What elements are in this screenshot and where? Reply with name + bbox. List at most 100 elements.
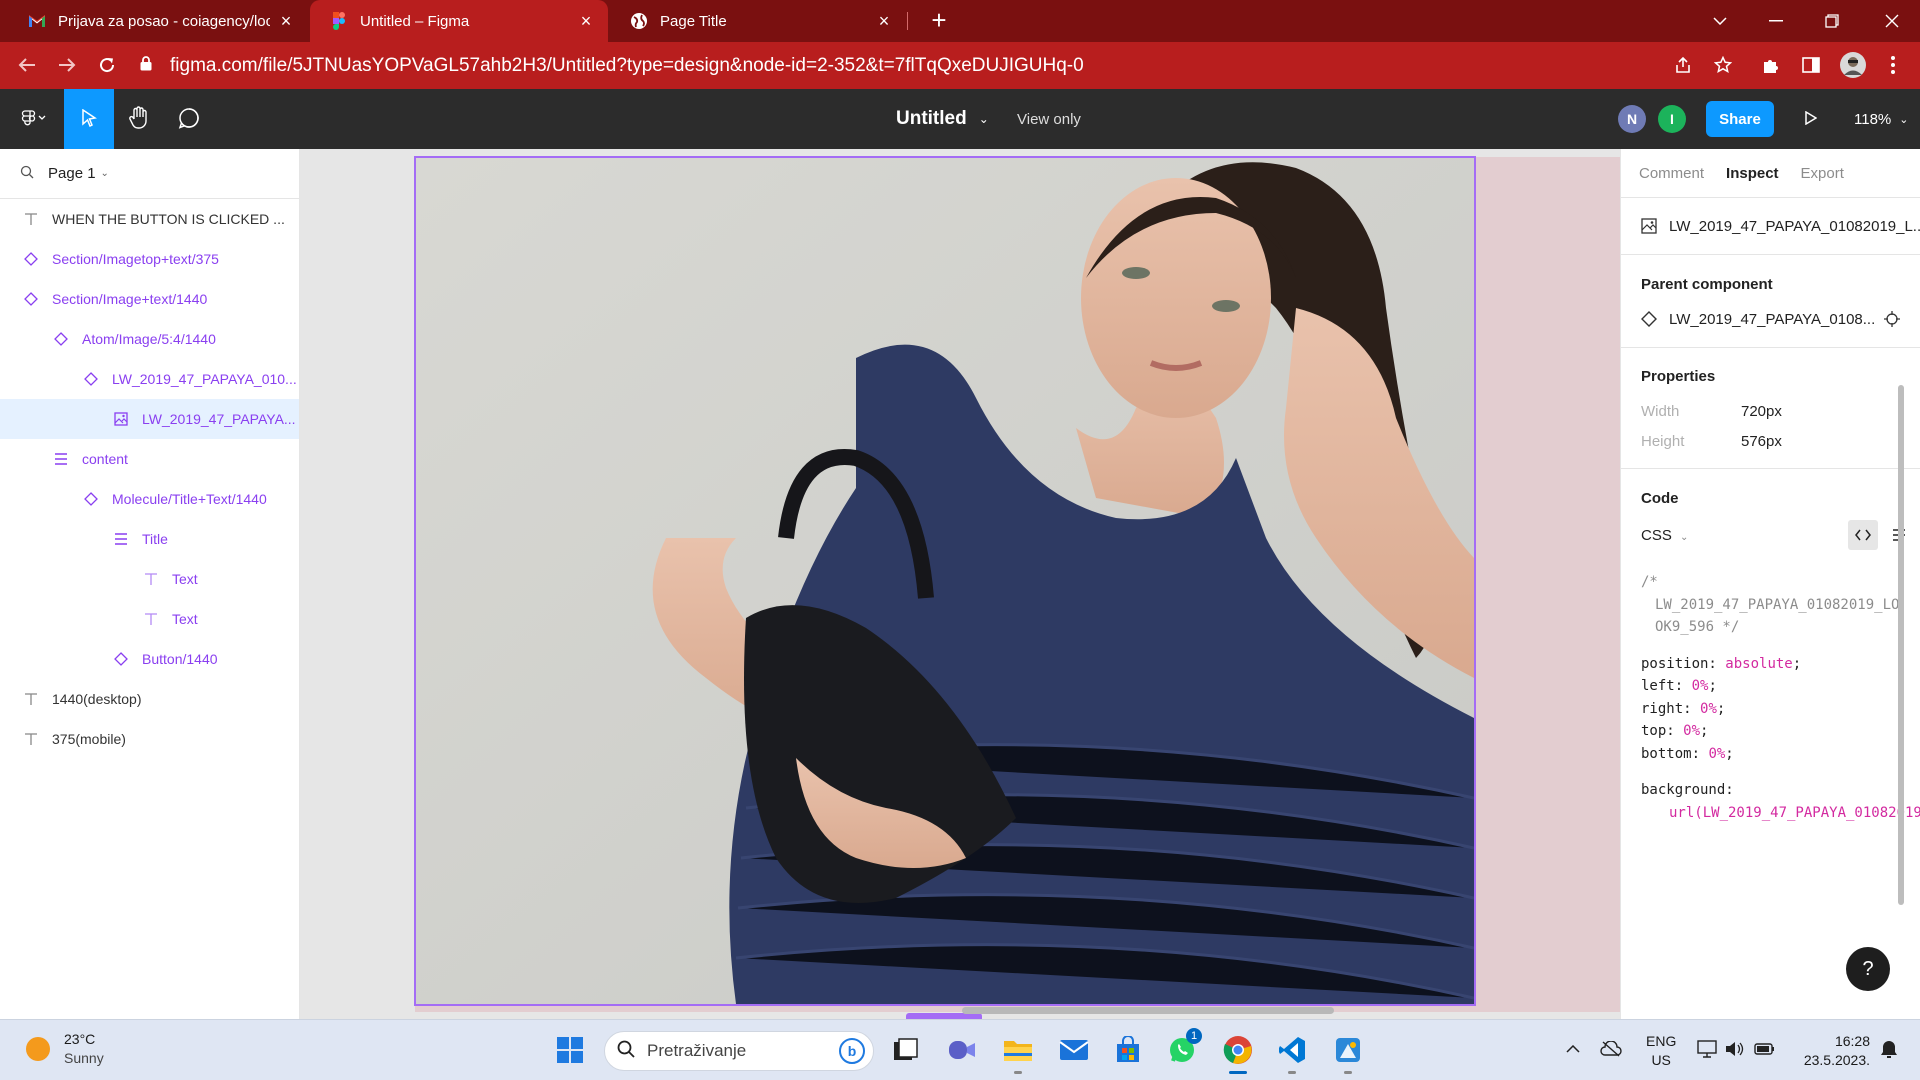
tab-gmail[interactable]: Prijava za posao - coiagency/loca × xyxy=(8,0,308,42)
layer-name: Molecule/Title+Text/1440 xyxy=(112,491,267,507)
document-title[interactable]: Untitled ⌄ xyxy=(896,89,989,149)
windows-taskbar: 23°C Sunny Pretraživanje b 1 ENG US 16:2… xyxy=(0,1019,1920,1080)
forward-arrow-icon[interactable] xyxy=(50,48,84,82)
taskbar-search-input[interactable]: Pretraživanje b xyxy=(604,1031,874,1071)
task-view-icon[interactable] xyxy=(888,1032,924,1068)
layer-item[interactable]: Text xyxy=(0,559,299,599)
layer-item[interactable]: Molecule/Title+Text/1440 xyxy=(0,479,299,519)
page-selector[interactable]: Page 1 ⌄ xyxy=(0,149,299,199)
layer-item[interactable]: LW_2019_47_PAPAYA_010... xyxy=(0,359,299,399)
layer-item[interactable]: Text xyxy=(0,599,299,639)
layer-item[interactable]: Section/Imagetop+text/375 xyxy=(0,239,299,279)
system-clock[interactable]: 16:28 23.5.2023. xyxy=(1800,1032,1870,1070)
profile-avatar[interactable] xyxy=(1838,50,1868,80)
cursor-arrow-icon xyxy=(81,108,97,130)
battery-icon[interactable] xyxy=(1752,1036,1778,1062)
extensions-puzzle-icon[interactable] xyxy=(1756,50,1786,80)
layer-item[interactable]: WHEN THE BUTTON IS CLICKED ... xyxy=(0,199,299,239)
vscode-icon[interactable] xyxy=(1274,1032,1310,1068)
height-value[interactable]: 576px xyxy=(1741,433,1782,450)
url-field[interactable]: figma.com/file/5JTNUasYOPVaGL57ahb2H3/Un… xyxy=(140,48,1760,83)
comment-tool-button[interactable] xyxy=(164,89,214,149)
windows-start-icon[interactable] xyxy=(552,1032,588,1068)
chevron-down-icon: ⌄ xyxy=(978,112,989,126)
close-icon[interactable]: × xyxy=(278,11,294,32)
cloud-sync-icon[interactable] xyxy=(1598,1036,1624,1062)
component-instance-icon xyxy=(112,650,130,668)
tab-comment[interactable]: Comment xyxy=(1639,165,1704,182)
width-value[interactable]: 720px xyxy=(1741,403,1782,420)
crosshair-icon[interactable] xyxy=(1884,311,1900,327)
share-button[interactable]: Share xyxy=(1706,101,1774,137)
search-icon[interactable] xyxy=(20,165,34,183)
play-icon xyxy=(1805,110,1818,128)
paint-app-icon[interactable] xyxy=(1330,1032,1366,1068)
parent-component-row[interactable]: LW_2019_47_PAPAYA_0108... xyxy=(1621,301,1920,337)
layer-item[interactable]: Section/Image+text/1440 xyxy=(0,279,299,319)
minimize-icon[interactable] xyxy=(1748,0,1804,42)
css-code-block[interactable]: /* LW_2019_47_PAPAYA_01082019_LO OK9_596 *… xyxy=(1621,571,1920,824)
close-window-icon[interactable] xyxy=(1864,0,1920,42)
help-button[interactable]: ? xyxy=(1846,947,1890,991)
present-button[interactable] xyxy=(1796,104,1826,134)
store-icon[interactable] xyxy=(1110,1032,1146,1068)
new-tab-button[interactable]: + xyxy=(922,4,956,38)
main-menu-button[interactable] xyxy=(8,89,60,149)
tab-export[interactable]: Export xyxy=(1801,165,1844,182)
back-arrow-icon[interactable] xyxy=(10,48,44,82)
mail-icon[interactable] xyxy=(1056,1032,1092,1068)
layer-item[interactable]: content xyxy=(0,439,299,479)
code-language-dropdown[interactable]: CSS ⌄ xyxy=(1641,527,1688,544)
selected-image-layer[interactable] xyxy=(414,156,1476,1006)
input-language[interactable]: ENG US xyxy=(1646,1032,1676,1070)
code-view-icon[interactable] xyxy=(1848,520,1878,550)
layer-item[interactable]: 375(mobile) xyxy=(0,719,299,759)
move-tool-button[interactable] xyxy=(64,89,114,149)
weather-widget[interactable]: 23°C Sunny xyxy=(26,1030,104,1068)
figma-toolbar: Untitled ⌄ View only N I Share 118% ⌄ xyxy=(0,89,1920,149)
avatar[interactable]: I xyxy=(1658,105,1686,133)
reload-icon[interactable] xyxy=(90,48,124,82)
close-icon[interactable]: × xyxy=(876,11,892,32)
image-layer-icon xyxy=(1641,218,1657,234)
layer-item[interactable]: Title xyxy=(0,519,299,559)
avatar[interactable]: N xyxy=(1618,105,1646,133)
horizontal-scrollbar[interactable] xyxy=(962,1007,1334,1014)
layer-item[interactable]: Atom/Image/5:4/1440 xyxy=(0,319,299,359)
code-language-row: CSS ⌄ xyxy=(1621,517,1920,553)
running-indicator xyxy=(1288,1071,1296,1074)
notification-bell-icon[interactable] xyxy=(1876,1036,1902,1062)
hand-tool-button[interactable] xyxy=(114,89,164,149)
component-instance-icon xyxy=(82,490,100,508)
design-canvas[interactable] xyxy=(300,149,1620,1019)
chrome-icon[interactable] xyxy=(1220,1032,1256,1068)
layer-item-selected[interactable]: LW_2019_47_PAPAYA... xyxy=(0,399,299,439)
layer-name: 375(mobile) xyxy=(52,731,126,747)
whatsapp-icon[interactable]: 1 xyxy=(1164,1028,1202,1068)
panel-scrollbar[interactable] xyxy=(1898,385,1904,905)
bookmark-star-icon[interactable] xyxy=(1708,50,1738,80)
file-explorer-icon[interactable] xyxy=(1000,1032,1036,1068)
layer-item[interactable]: Button/1440 xyxy=(0,639,299,679)
running-indicator xyxy=(1014,1071,1022,1074)
restore-icon[interactable] xyxy=(1804,0,1860,42)
tab-figma[interactable]: Untitled – Figma × xyxy=(310,0,608,42)
layer-name: LW_2019_47_PAPAYA... xyxy=(142,411,296,427)
image-layer-icon xyxy=(112,410,130,428)
volume-icon[interactable] xyxy=(1722,1036,1748,1062)
layer-item[interactable]: 1440(desktop) xyxy=(0,679,299,719)
side-panel-icon[interactable] xyxy=(1796,50,1826,80)
chevron-up-icon[interactable] xyxy=(1560,1036,1586,1062)
display-icon[interactable] xyxy=(1694,1036,1720,1062)
tab-inspect[interactable]: Inspect xyxy=(1726,165,1779,182)
zoom-dropdown[interactable]: 118% ⌄ xyxy=(1854,89,1908,149)
chevron-down-icon: ⌄ xyxy=(1899,113,1909,126)
tab-search-icon[interactable] xyxy=(1692,0,1748,42)
lock-icon[interactable] xyxy=(140,55,152,77)
fashion-photo-image xyxy=(416,158,1474,1004)
tab-page-title[interactable]: Page Title × xyxy=(610,0,906,42)
more-menu-icon[interactable] xyxy=(1878,50,1908,80)
close-icon[interactable]: × xyxy=(578,11,594,32)
teams-meet-icon[interactable] xyxy=(944,1032,980,1068)
share-page-icon[interactable] xyxy=(1668,50,1698,80)
